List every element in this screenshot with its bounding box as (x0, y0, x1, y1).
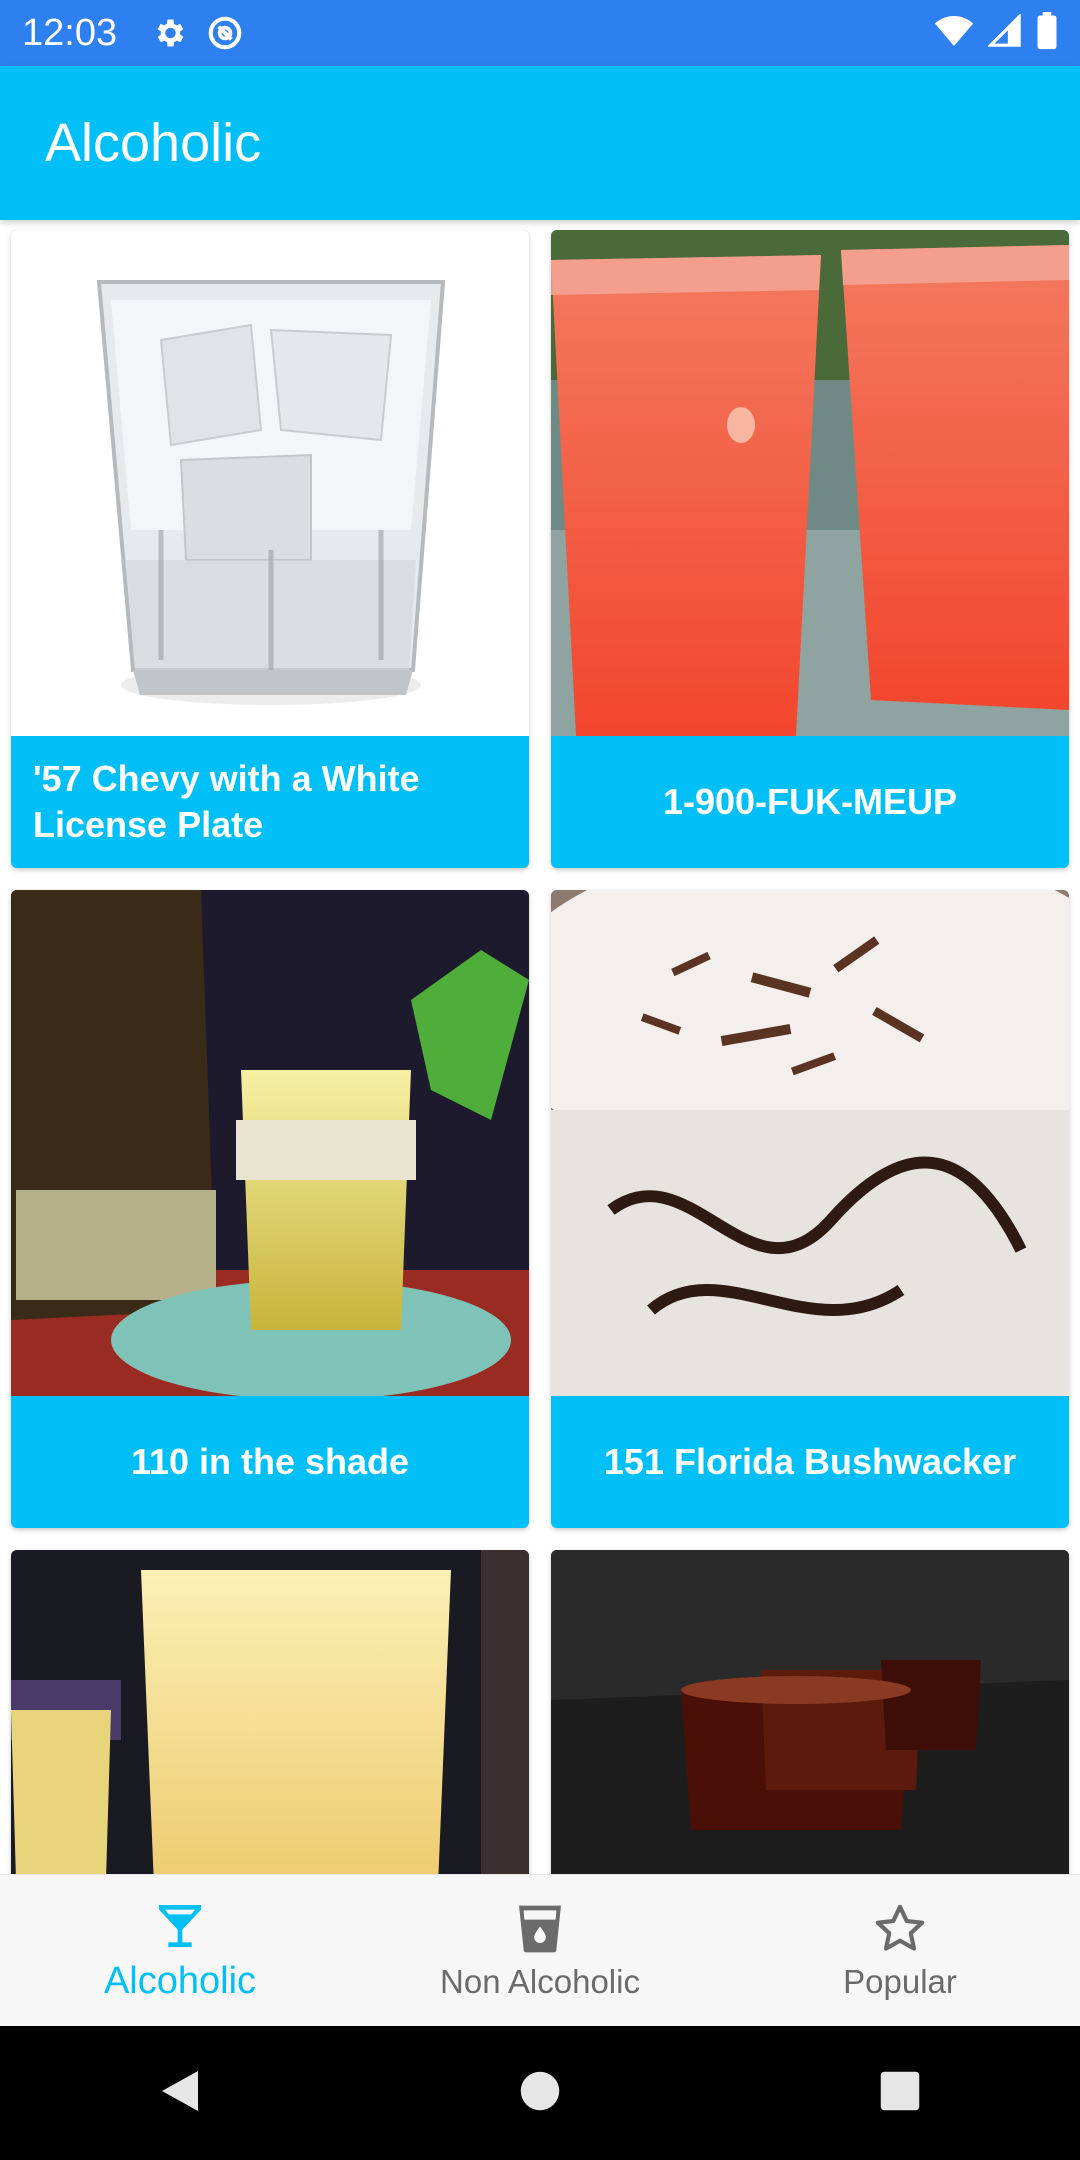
drink-image (11, 1550, 529, 1874)
drink-image (11, 890, 529, 1396)
bottom-navigation: Alcoholic Non Alcoholic Popular (0, 1874, 1080, 2026)
page-title: Alcoholic (45, 113, 262, 173)
nav-label: Popular (843, 1962, 957, 2000)
home-button[interactable] (360, 2026, 720, 2160)
drink-name: 110 in the shade (130, 1441, 410, 1482)
screen: 12:03 Alcoholic '57 Chevy with a White L… (0, 0, 1080, 2160)
nav-label: Alcoholic (103, 1960, 257, 2002)
nav-label: Non Alcoholic (440, 1962, 640, 2000)
drink-card[interactable] (11, 1550, 529, 1874)
star-outline-icon (872, 1901, 928, 1957)
drink-name: 1-900-FUK-MEUP (662, 781, 958, 822)
nav-item-popular[interactable]: Popular (720, 1875, 1080, 2026)
drink-name: 151 Florida Bushwacker (603, 1441, 1017, 1482)
status-time: 12:03 (22, 11, 118, 54)
drink-card[interactable]: 110 in the shade (11, 890, 529, 1528)
home-circle-icon (519, 2070, 561, 2117)
drink-grid[interactable]: '57 Chevy with a White License Plate 1-9… (0, 220, 1080, 1874)
gear-icon (149, 13, 189, 53)
system-navigation-bar (0, 2026, 1080, 2160)
nav-item-non-alcoholic[interactable]: Non Alcoholic (360, 1875, 720, 2026)
status-bar: 12:03 (0, 0, 1080, 66)
wifi-icon (934, 14, 974, 53)
nav-item-alcoholic[interactable]: Alcoholic (0, 1875, 360, 2026)
drink-card[interactable]: 151 Florida Bushwacker (551, 890, 1069, 1528)
drink-card[interactable] (551, 1550, 1069, 1874)
drink-card[interactable]: 1-900-FUK-MEUP (551, 230, 1069, 868)
drink-image (11, 230, 529, 736)
drink-image (551, 890, 1069, 1396)
back-button[interactable] (0, 2026, 360, 2160)
back-triangle-icon (158, 2067, 202, 2120)
cocktail-glass-icon (152, 1898, 208, 1954)
data-saver-icon (205, 13, 245, 53)
recents-square-icon (879, 2070, 921, 2117)
drink-card[interactable]: '57 Chevy with a White License Plate (11, 230, 529, 868)
drink-image (551, 1550, 1069, 1874)
status-right (934, 11, 1058, 55)
battery-icon (1036, 11, 1058, 55)
drink-name: '57 Chevy with a White License Plate (33, 758, 420, 845)
recents-button[interactable] (720, 2026, 1080, 2160)
app-bar: Alcoholic (0, 66, 1080, 220)
signal-icon (987, 12, 1022, 53)
drink-image (551, 230, 1069, 736)
cup-icon (512, 1901, 568, 1957)
